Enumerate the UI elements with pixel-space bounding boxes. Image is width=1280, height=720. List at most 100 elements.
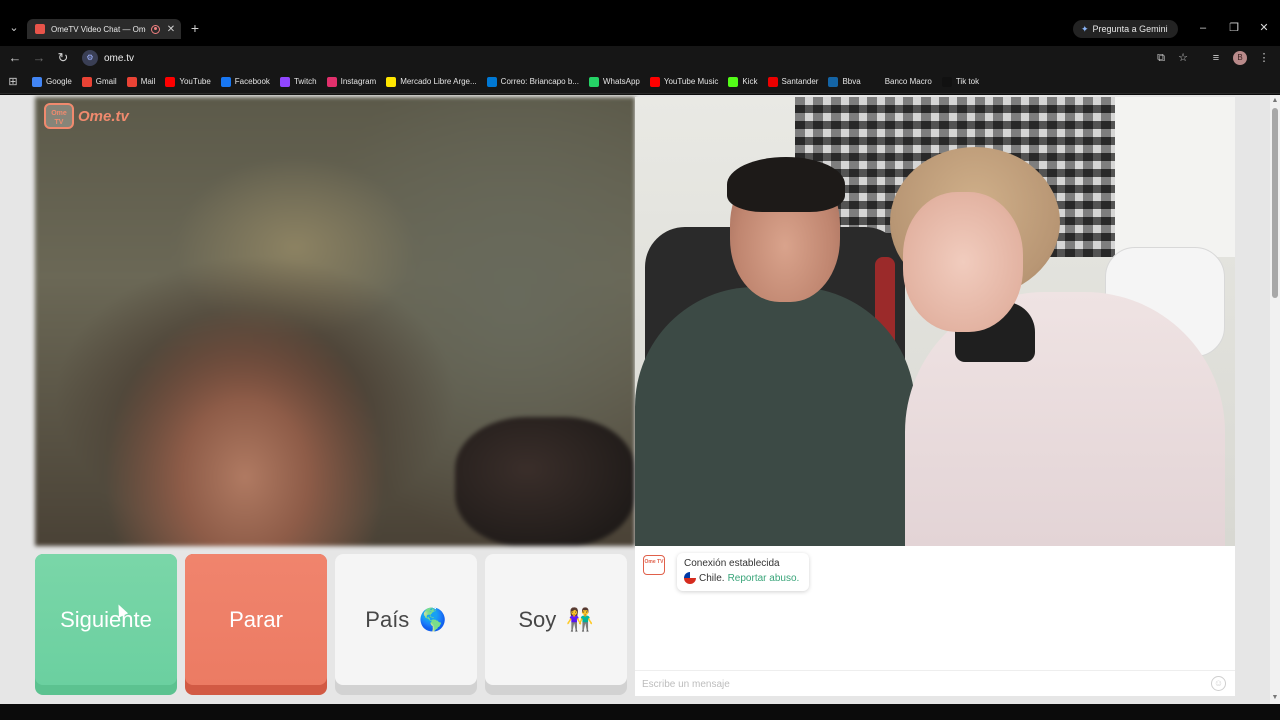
next-button-label: Siguiente xyxy=(60,606,152,632)
bookmark-label: YouTube Music xyxy=(663,77,719,86)
bookmark-item[interactable]: Instagram xyxy=(326,76,377,87)
ask-gemini-button[interactable]: ✦ Pregunta a Gemini xyxy=(1073,20,1178,38)
bookmark-favicon-icon xyxy=(588,76,599,87)
recording-indicator-icon xyxy=(151,24,160,34)
bookmark-item[interactable]: YouTube Music xyxy=(649,76,719,87)
bookmark-favicon-icon xyxy=(941,76,952,87)
forward-arrow-icon[interactable]: → xyxy=(30,49,48,67)
bookmark-label: YouTube xyxy=(179,77,211,86)
globe-icon: 🌎 xyxy=(419,606,447,632)
local-video-shadow xyxy=(455,417,635,546)
ask-gemini-label: Pregunta a Gemini xyxy=(1092,24,1168,34)
bookmark-label: Kick xyxy=(742,77,758,86)
message-input[interactable] xyxy=(642,676,1202,692)
scroll-up-arrow-icon[interactable]: ▲ xyxy=(1271,97,1279,105)
remote-video-window xyxy=(1115,97,1235,257)
connection-status-text: Conexión establecida xyxy=(684,558,780,569)
bookmark-favicon-icon xyxy=(326,76,337,87)
country-button-label: País xyxy=(365,606,410,632)
chat-logo-icon: Ome TV xyxy=(643,555,665,575)
browser-tab-ometv[interactable]: OmeTV Video Chat — Ome ✕ xyxy=(27,19,181,39)
logo-tv-icon: Ome TV xyxy=(44,103,74,129)
bookmark-label: Mercado Libre Arge... xyxy=(400,77,477,86)
bookmark-label: Twitch xyxy=(293,77,317,86)
bookmark-favicon-icon xyxy=(649,76,660,87)
address-bar[interactable]: ⚙ ome.tv xyxy=(82,48,1142,68)
bookmark-item[interactable]: WhatsApp xyxy=(588,76,640,87)
bookmark-item[interactable]: Facebook xyxy=(220,76,270,87)
system-message: Conexión establecida Chile. Reportar abu… xyxy=(677,553,809,591)
bookmark-item[interactable]: Gmail xyxy=(81,76,117,87)
bookmark-label: Instagram xyxy=(340,77,377,86)
bookmark-label: Banco Macro xyxy=(884,77,932,86)
scrollbar-thumb[interactable] xyxy=(1272,108,1278,298)
message-input-bar: ☺ xyxy=(635,670,1235,696)
bookmark-label: Bbva xyxy=(842,77,861,86)
country-button[interactable]: País 🌎 xyxy=(335,554,477,695)
bookmark-item[interactable]: Mail xyxy=(126,76,156,87)
stop-button[interactable]: Parar xyxy=(185,554,327,695)
bookmark-star-icon[interactable]: ☆ xyxy=(1175,50,1191,66)
bookmark-favicon-icon xyxy=(81,76,92,87)
bookmark-label: Mail xyxy=(140,77,156,86)
bookmark-item[interactable]: Kick xyxy=(728,76,758,87)
close-window-icon[interactable]: ✕ xyxy=(1255,20,1273,36)
back-arrow-icon[interactable]: ← xyxy=(6,49,24,67)
bookmark-favicon-icon xyxy=(828,76,839,87)
report-abuse-link[interactable]: Reportar abuso. xyxy=(728,573,800,584)
bookmark-favicon-icon xyxy=(386,76,397,87)
tab-search-icon[interactable]: ⌄ xyxy=(6,20,22,36)
bookmark-item[interactable]: Twitch xyxy=(279,76,317,87)
profile-avatar[interactable]: B xyxy=(1233,51,1247,65)
media-controls-icon[interactable]: ≡ xyxy=(1208,50,1224,66)
bookmark-favicon-icon xyxy=(486,76,497,87)
bookmark-label: WhatsApp xyxy=(602,77,640,86)
site-info-icon[interactable]: ⚙ xyxy=(82,50,98,66)
url-text[interactable]: ome.tv xyxy=(104,53,134,64)
bookmark-item[interactable]: Tik tok xyxy=(941,76,979,87)
restore-icon[interactable]: ❐ xyxy=(1225,20,1243,36)
scroll-down-arrow-icon[interactable]: ▼ xyxy=(1271,694,1279,702)
bookmark-item[interactable]: YouTube xyxy=(165,76,211,87)
minimize-icon[interactable]: – xyxy=(1194,20,1212,36)
partner-country: Chile. xyxy=(699,572,725,584)
bookmark-favicon-icon xyxy=(279,76,290,87)
bookmark-item[interactable]: Mercado Libre Arge... xyxy=(386,76,477,87)
tab-close-icon[interactable]: ✕ xyxy=(165,24,177,35)
stop-button-label: Parar xyxy=(229,606,283,632)
bookmark-item[interactable]: Google xyxy=(32,76,72,87)
reload-icon[interactable]: ↻ xyxy=(54,49,72,67)
bookmark-label: Santander xyxy=(781,77,819,86)
couple-icon: 👫 xyxy=(566,606,594,632)
gender-button[interactable]: Soy 👫 xyxy=(485,554,627,695)
browser-tab-bar: ⌄ OmeTV Video Chat — Ome ✕ + ✦ Pregunta … xyxy=(0,0,1280,46)
chat-panel: Ome TV Conexión establecida Chile. Repor… xyxy=(635,546,1235,696)
apps-grid-icon[interactable]: ⊞ xyxy=(6,75,20,89)
next-button[interactable]: Siguiente xyxy=(35,554,177,695)
chat-controls: Siguiente Parar País 🌎 Soy 👫 xyxy=(35,554,627,696)
gender-button-label: Soy xyxy=(518,606,557,632)
install-app-icon[interactable]: ⧉ xyxy=(1153,50,1169,66)
tab-favicon-icon xyxy=(35,24,45,34)
emoji-picker-icon[interactable]: ☺ xyxy=(1211,676,1226,691)
chile-flag-icon xyxy=(684,572,696,584)
bookmark-item[interactable]: Bbva xyxy=(828,76,861,87)
gemini-sparkle-icon: ✦ xyxy=(1081,23,1089,34)
bookmark-item[interactable]: Santander xyxy=(767,76,819,87)
remote-video-person-1-hair xyxy=(727,157,845,212)
local-video-feed xyxy=(35,97,635,546)
new-tab-icon[interactable]: + xyxy=(188,20,202,36)
ometv-logo[interactable]: Ome TV Ome.tv xyxy=(44,103,129,129)
remote-video-feed xyxy=(635,97,1235,546)
browser-toolbar: ← → ↻ ⚙ ome.tv ⧉ ☆ ≡ B ⋮ xyxy=(0,46,1280,70)
bookmark-favicon-icon xyxy=(767,76,778,87)
bookmark-item[interactable]: Correo: Briancapo b... xyxy=(486,76,579,87)
remote-video-person-2-face xyxy=(903,192,1023,332)
bookmark-label: Gmail xyxy=(95,77,117,86)
bookmark-favicon-icon xyxy=(32,76,42,87)
bookmarks-bar: ⊞ Google Gmail Mail YouTube Facebook Twitch In… xyxy=(0,70,1280,94)
bookmark-item[interactable]: Banco Macro xyxy=(870,76,932,87)
menu-kebab-icon[interactable]: ⋮ xyxy=(1256,50,1272,66)
remote-video-person-1-body xyxy=(635,287,915,546)
bookmark-label: Facebook xyxy=(234,77,270,86)
